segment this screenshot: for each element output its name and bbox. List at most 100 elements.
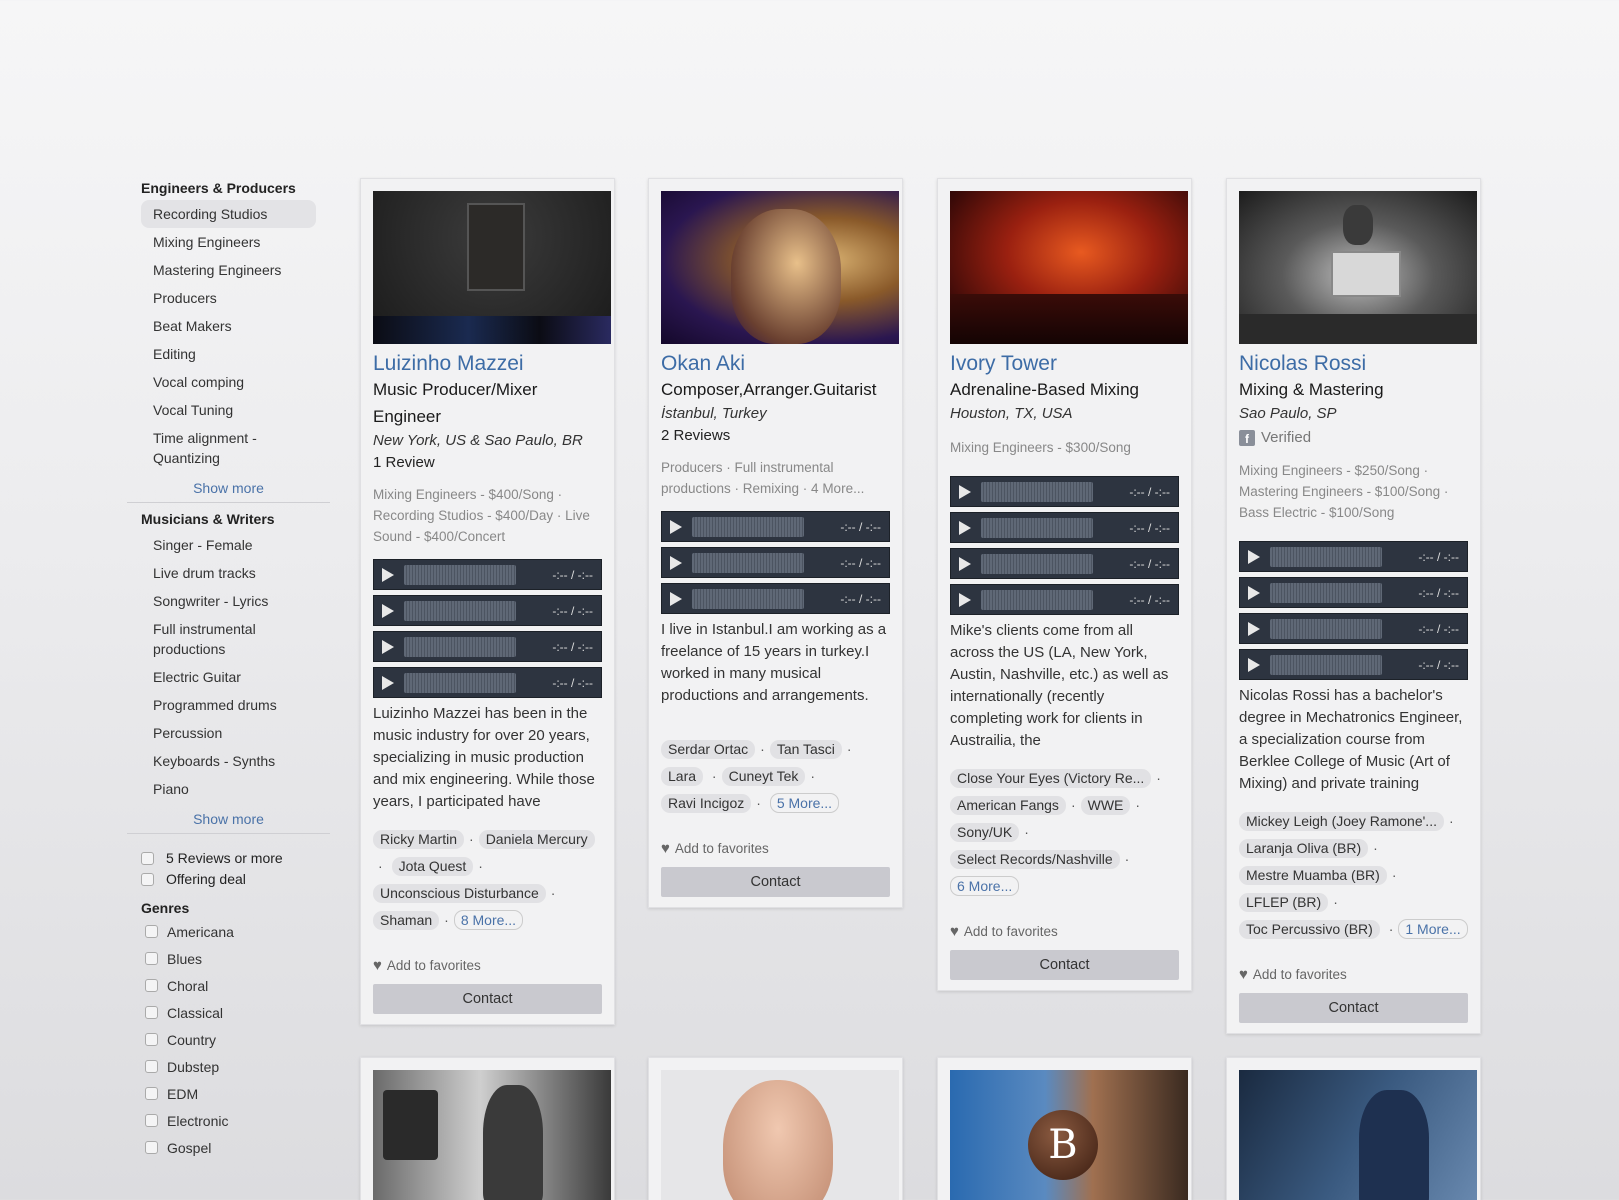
checkbox[interactable] [145, 979, 158, 992]
waveform[interactable] [692, 516, 804, 537]
sidebar-item-mastering-engineers[interactable]: Mastering Engineers [141, 256, 316, 284]
sidebar-item-percussion[interactable]: Percussion [141, 719, 316, 747]
profile-photo[interactable] [1239, 191, 1477, 344]
credit-tag[interactable]: Sony/UK [950, 823, 1020, 842]
credit-tag[interactable]: LFLEP (BR) [1239, 893, 1329, 912]
audio-player[interactable]: -:-- / -:-- [373, 631, 602, 662]
audio-player[interactable]: -:-- / -:-- [373, 559, 602, 590]
audio-player[interactable]: -:-- / -:-- [661, 583, 890, 614]
profile-photo[interactable] [950, 191, 1188, 344]
profile-photo[interactable] [661, 191, 899, 344]
credit-tag[interactable]: Daniela Mercury [478, 830, 595, 849]
checkbox[interactable] [145, 925, 158, 938]
credit-tag[interactable]: Close Your Eyes (Victory Re... [950, 769, 1152, 788]
add-to-favorites[interactable]: ♥ Add to favorites [373, 957, 602, 974]
checkbox[interactable] [145, 1060, 158, 1073]
sidebar-item-editing[interactable]: Editing [141, 340, 316, 368]
sidebar-item-keyboards-synths[interactable]: Keyboards - Synths [141, 747, 316, 775]
genre-blues[interactable]: Blues [145, 945, 330, 972]
waveform[interactable] [1270, 582, 1382, 603]
audio-player[interactable]: -:-- / -:-- [1239, 613, 1468, 644]
checkbox[interactable] [145, 952, 158, 965]
waveform[interactable] [981, 481, 1093, 502]
waveform[interactable] [692, 588, 804, 609]
sidebar-item-beat-makers[interactable]: Beat Makers [141, 312, 316, 340]
sidebar-item-vocal-tuning[interactable]: Vocal Tuning [141, 396, 316, 424]
filter-offering-deal[interactable]: Offering deal [141, 869, 330, 890]
play-icon[interactable] [382, 603, 394, 618]
genre-electronic[interactable]: Electronic [145, 1107, 330, 1134]
waveform[interactable] [404, 672, 516, 693]
waveform[interactable] [981, 553, 1093, 574]
audio-player[interactable]: -:-- / -:-- [373, 667, 602, 698]
add-to-favorites[interactable]: ♥ Add to favorites [950, 923, 1179, 940]
profile-name[interactable]: Ivory Tower [950, 352, 1179, 376]
waveform[interactable] [692, 552, 804, 573]
play-icon[interactable] [1248, 621, 1260, 636]
sidebar-item-piano[interactable]: Piano [141, 775, 316, 803]
audio-player[interactable]: -:-- / -:-- [373, 595, 602, 626]
play-icon[interactable] [959, 556, 971, 571]
sidebar-item-singer-female[interactable]: Singer - Female [141, 531, 316, 559]
profile-reviews[interactable]: 2 Reviews [661, 425, 890, 447]
play-icon[interactable] [959, 484, 971, 499]
contact-button[interactable]: Contact [1239, 993, 1468, 1023]
audio-player[interactable]: -:-- / -:-- [1239, 577, 1468, 608]
sidebar-item-time-alignment[interactable]: Time alignment - Quantizing [141, 424, 271, 472]
checkbox[interactable] [145, 1006, 158, 1019]
profile-name[interactable]: Nicolas Rossi [1239, 352, 1468, 376]
waveform[interactable] [404, 600, 516, 621]
profile-photo[interactable] [1239, 1070, 1477, 1200]
checkbox[interactable] [145, 1141, 158, 1154]
sidebar-item-songwriter-lyrics[interactable]: Songwriter - Lyrics [141, 587, 316, 615]
waveform[interactable] [1270, 546, 1382, 567]
waveform[interactable] [404, 636, 516, 657]
more-credits-link[interactable]: 8 More... [453, 910, 524, 930]
profile-photo[interactable] [661, 1070, 899, 1200]
play-icon[interactable] [1248, 549, 1260, 564]
credit-tag[interactable]: Unconscious Disturbance [373, 884, 546, 903]
credit-tag[interactable]: Mestre Muamba (BR) [1239, 866, 1387, 885]
sidebar-item-electric-guitar[interactable]: Electric Guitar [141, 663, 316, 691]
waveform[interactable] [981, 517, 1093, 538]
more-credits-link[interactable]: 6 More... [950, 876, 1020, 896]
credit-tag[interactable]: Jota Quest [391, 857, 474, 876]
play-icon[interactable] [959, 592, 971, 607]
contact-button[interactable]: Contact [661, 867, 890, 897]
credit-tag[interactable]: Mickey Leigh (Joey Ramone'... [1239, 812, 1444, 831]
sidebar-item-full-instrumental[interactable]: Full instrumental productions [141, 615, 271, 663]
sidebar-item-live-drum-tracks[interactable]: Live drum tracks [141, 559, 316, 587]
credit-tag[interactable]: Serdar Ortac [661, 740, 756, 759]
credit-tag[interactable]: American Fangs [950, 796, 1066, 815]
play-icon[interactable] [382, 675, 394, 690]
audio-player[interactable]: -:-- / -:-- [661, 547, 890, 578]
credit-tag[interactable]: Select Records/Nashville [950, 850, 1120, 869]
genre-choral[interactable]: Choral [145, 972, 330, 999]
profile-photo[interactable]: B [950, 1070, 1188, 1200]
sidebar-item-producers[interactable]: Producers [141, 284, 316, 312]
play-icon[interactable] [670, 555, 682, 570]
add-to-favorites[interactable]: ♥ Add to favorites [661, 840, 890, 857]
sidebar-item-mixing-engineers[interactable]: Mixing Engineers [141, 228, 316, 256]
genre-dubstep[interactable]: Dubstep [145, 1053, 330, 1080]
sidebar-item-programmed-drums[interactable]: Programmed drums [141, 691, 316, 719]
play-icon[interactable] [1248, 585, 1260, 600]
show-more-musicians-link[interactable]: Show more [127, 811, 330, 827]
waveform[interactable] [404, 564, 516, 585]
genre-classical[interactable]: Classical [145, 999, 330, 1026]
audio-player[interactable]: -:-- / -:-- [950, 512, 1179, 543]
audio-player[interactable]: -:-- / -:-- [661, 511, 890, 542]
profile-reviews[interactable]: 1 Review [373, 452, 602, 474]
sidebar-item-recording-studios[interactable]: Recording Studios [141, 200, 316, 228]
credit-tag[interactable]: WWE [1080, 796, 1131, 815]
audio-player[interactable]: -:-- / -:-- [950, 476, 1179, 507]
play-icon[interactable] [670, 519, 682, 534]
contact-button[interactable]: Contact [950, 950, 1179, 980]
play-icon[interactable] [959, 520, 971, 535]
show-more-engineers-link[interactable]: Show more [127, 480, 330, 496]
credit-tag[interactable]: Ravi Incigoz [661, 794, 752, 813]
genre-gospel[interactable]: Gospel [145, 1134, 330, 1161]
audio-player[interactable]: -:-- / -:-- [1239, 649, 1468, 680]
waveform[interactable] [1270, 654, 1382, 675]
checkbox[interactable] [141, 852, 154, 865]
